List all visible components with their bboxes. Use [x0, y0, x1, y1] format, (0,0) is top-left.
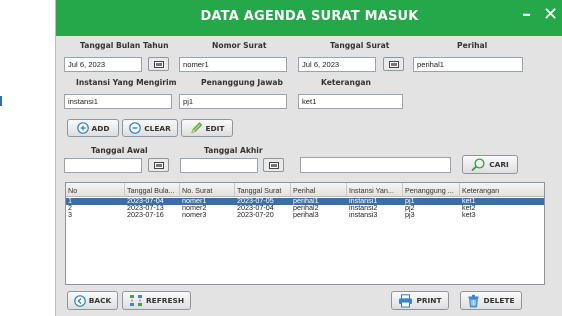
calendar-button-1[interactable] — [148, 57, 169, 71]
search-icon — [471, 158, 486, 171]
plus-circle-icon — [76, 122, 89, 134]
title-bar: DATA AGENDA SURAT MASUK – ✕ — [56, 0, 562, 36]
cell-perihal: perihal3 — [293, 211, 319, 219]
label-keterangan: Keterangan — [321, 78, 371, 87]
calendar-button-2[interactable] — [383, 57, 404, 71]
refresh-label: REFRESH — [145, 296, 185, 305]
tanggal-akhir-field[interactable] — [180, 158, 258, 173]
nomor-surat-field[interactable]: nomer1 — [179, 57, 287, 72]
cell-no: 3 — [68, 211, 72, 219]
instansi-field[interactable]: instansi1 — [64, 94, 172, 109]
keterangan-field[interactable]: ket1 — [298, 94, 403, 109]
label-tanggal-awal: Tanggal Awal — [91, 146, 148, 155]
column-header-tanggal-surat[interactable]: Tanggal Surat — [235, 183, 291, 197]
column-header-perihal[interactable]: Perihal — [291, 183, 347, 197]
back-arrow-icon — [73, 294, 86, 307]
edit-button[interactable]: EDIT — [181, 119, 233, 137]
table-row[interactable]: 3 2023-07-16 nomer3 2023-07-20 perihal3 … — [66, 211, 544, 219]
printer-icon — [398, 293, 413, 308]
back-label: BACK — [88, 296, 112, 305]
minus-circle-icon — [129, 122, 142, 134]
label-nomor-surat: Nomor Surat — [212, 41, 267, 50]
cell-no-surat: nomer3 — [182, 211, 207, 219]
tanggal-bulan-tahun-field[interactable]: Jul 6, 2023 — [64, 57, 142, 72]
window-title: DATA AGENDA SURAT MASUK — [200, 9, 419, 24]
add-button[interactable]: ADD — [67, 119, 119, 137]
column-header-instansi[interactable]: Instansi Yan... — [347, 183, 403, 197]
label-penanggung-jawab: Penanggung Jawab — [201, 78, 283, 87]
penanggung-jawab-field[interactable]: pj1 — [179, 94, 287, 109]
column-header-tanggal-bulan[interactable]: Tanggal Bula... — [125, 183, 180, 197]
column-header-no[interactable]: No — [66, 183, 125, 197]
add-label: ADD — [91, 123, 110, 133]
label-perihal: Perihal — [457, 41, 488, 50]
back-button[interactable]: BACK — [67, 291, 118, 310]
cell-instansi: instansi3 — [349, 211, 378, 219]
tanggal-awal-field[interactable] — [64, 158, 142, 173]
minimize-button[interactable]: – — [522, 5, 531, 25]
pencil-icon — [190, 122, 203, 134]
refresh-icon — [129, 294, 143, 307]
delete-button[interactable]: DELETE — [460, 291, 522, 310]
clear-label: CLEAR — [144, 123, 171, 133]
calendar-button-3[interactable] — [148, 158, 169, 172]
perihal-field[interactable]: perihal1 — [413, 57, 523, 72]
cell-penanggung-jawab: pj3 — [405, 211, 415, 219]
refresh-button[interactable]: REFRESH — [122, 291, 191, 310]
label-instansi: Instansi Yang Mengirim — [76, 78, 177, 87]
agenda-table[interactable]: No Tanggal Bula... No. Surat Tanggal Sur… — [65, 182, 545, 285]
trash-icon — [467, 294, 480, 308]
tanggal-surat-field[interactable]: Jul 6, 2023 — [298, 57, 376, 72]
calendar-button-4[interactable] — [263, 158, 284, 172]
print-label: PRINT — [416, 296, 442, 305]
print-button[interactable]: PRINT — [391, 291, 449, 310]
cari-button[interactable]: CARI — [462, 155, 518, 174]
search-input[interactable] — [300, 157, 451, 173]
cell-tanggal: 2023-07-16 — [127, 211, 164, 219]
table-header: No Tanggal Bula... No. Surat Tanggal Sur… — [66, 183, 544, 197]
column-header-no-surat[interactable]: No. Surat — [180, 183, 235, 197]
cari-label: CARI — [489, 160, 509, 169]
calendar-icon — [268, 161, 279, 169]
left-edge-marker — [0, 96, 2, 106]
calendar-icon — [153, 60, 164, 68]
label-tanggal-surat: Tanggal Surat — [330, 41, 390, 50]
close-button[interactable]: ✕ — [543, 5, 558, 25]
edit-label: EDIT — [205, 123, 225, 133]
cell-keterangan: ket3 — [462, 211, 476, 219]
delete-label: DELETE — [483, 296, 515, 305]
column-header-keterangan[interactable]: Keterangan — [460, 183, 544, 197]
label-tanggal-akhir: Tanggal Akhir — [204, 146, 263, 155]
cell-tanggal-surat: 2023-07-20 — [237, 211, 274, 219]
column-header-penanggung[interactable]: Penanggung ... — [403, 183, 460, 197]
agenda-window: DATA AGENDA SURAT MASUK – ✕ Tanggal Bula… — [55, 0, 562, 316]
label-tanggal-bulan-tahun: Tanggal Bulan Tahun — [80, 41, 169, 50]
calendar-icon — [388, 60, 399, 68]
clear-button[interactable]: CLEAR — [122, 119, 178, 137]
calendar-icon — [153, 161, 164, 169]
